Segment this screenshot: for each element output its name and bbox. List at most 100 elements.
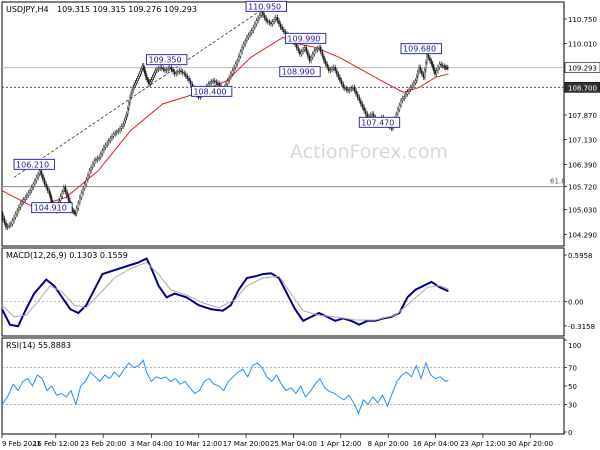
candle-body xyxy=(283,29,285,32)
usdjpy-h4-chart: 61.8 110.950 109.350 109.680 109.990 108.990 1… xyxy=(0,0,600,450)
rsi-panel-title: RSI(14) 55.8883 xyxy=(6,341,71,350)
candle-body xyxy=(242,43,245,48)
candle-body xyxy=(48,190,51,195)
candle-body xyxy=(241,47,243,52)
candle-body xyxy=(434,70,436,75)
candle-body xyxy=(185,73,187,77)
candle-body xyxy=(59,196,62,201)
candle-body xyxy=(103,147,105,151)
price-axis-label: 105.720 xyxy=(568,184,597,192)
price-annotation-label: 110.950 xyxy=(248,2,281,11)
candle-body xyxy=(99,153,102,158)
candle-body xyxy=(181,71,184,74)
candle-body xyxy=(266,20,269,22)
candle-body xyxy=(313,50,316,55)
candle-body xyxy=(146,77,148,80)
candle-body xyxy=(168,67,171,69)
candle-body xyxy=(323,56,325,61)
candle-body xyxy=(114,132,117,135)
candle-body xyxy=(303,47,306,50)
candle-body xyxy=(43,179,46,185)
macd-axis-label: 0.00 xyxy=(568,298,584,306)
price-axis-label: 106.390 xyxy=(568,161,597,169)
price-annotation-label: 104.910 xyxy=(34,204,67,213)
price-annotation-label: 109.350 xyxy=(149,56,182,65)
candle-body xyxy=(162,68,165,70)
candle-body xyxy=(361,103,364,108)
candle-body xyxy=(443,66,446,68)
candle-body xyxy=(149,81,152,85)
candle-body xyxy=(344,87,346,89)
candle-body xyxy=(29,190,31,194)
candle-body xyxy=(95,159,97,161)
price-axis-label: 105.030 xyxy=(568,207,597,215)
candle-body xyxy=(34,180,36,185)
candle-body xyxy=(244,40,247,45)
candle-body xyxy=(295,44,298,48)
candle-body xyxy=(85,179,88,185)
candle-body xyxy=(93,160,96,165)
candle-body xyxy=(310,57,312,61)
candle-body xyxy=(297,47,300,51)
price-axis-label: 109.293 xyxy=(568,65,597,73)
candle-body xyxy=(152,74,155,78)
candle-body xyxy=(120,126,123,129)
candle-body xyxy=(107,140,110,144)
candle-body xyxy=(175,72,178,75)
x-axis-label: 3 Mar 04:00 xyxy=(130,440,172,448)
candle-body xyxy=(250,30,253,34)
macd-panel-title: MACD(12,26,9) 0.1303 0.1559 xyxy=(6,251,128,260)
price-axis-label: 107.870 xyxy=(568,112,597,120)
candle-body xyxy=(35,177,38,181)
candle-body xyxy=(430,60,433,65)
price-panel-title: USDJPY,H4 xyxy=(6,5,49,14)
candle-body xyxy=(30,187,33,191)
candle-body xyxy=(61,191,64,197)
candle-body xyxy=(49,193,52,199)
candle-body xyxy=(311,53,314,58)
candle-body xyxy=(271,21,274,25)
candle-body xyxy=(356,93,359,98)
candle-body xyxy=(96,158,99,160)
candle-body xyxy=(180,70,182,72)
candle-body xyxy=(363,107,365,111)
x-axis-label: 17 Mar 20:00 xyxy=(223,440,270,448)
candle-body xyxy=(401,98,404,101)
candle-body xyxy=(98,157,100,159)
price-annotation-label: 108.400 xyxy=(193,87,226,96)
candle-body xyxy=(46,187,49,191)
x-axis-label: 30 Apr 20:00 xyxy=(507,440,553,448)
candle-body xyxy=(421,70,423,75)
candle-body xyxy=(91,163,94,168)
candle-body xyxy=(335,70,338,75)
price-axis-label: 108.700 xyxy=(568,84,597,92)
candle-body xyxy=(16,210,19,215)
candle-body xyxy=(132,87,134,91)
candle-body xyxy=(249,32,251,36)
candle-body xyxy=(257,17,259,21)
candle-body xyxy=(422,73,425,78)
candle-body xyxy=(247,34,250,38)
candle-body xyxy=(340,80,343,85)
candle-body xyxy=(82,188,84,194)
candle-body xyxy=(427,54,430,58)
candle-body xyxy=(307,51,309,57)
candle-body xyxy=(321,51,324,57)
candle-body xyxy=(165,69,168,71)
candle-body xyxy=(116,131,118,134)
candle-body xyxy=(153,72,156,76)
candle-body xyxy=(159,67,161,69)
candle-body xyxy=(263,14,266,19)
candle-body xyxy=(230,73,232,78)
candle-body xyxy=(124,117,127,121)
candle-body xyxy=(268,21,271,24)
candle-body xyxy=(106,142,108,146)
candle-body xyxy=(128,102,130,109)
candle-body xyxy=(366,113,369,118)
candle-body xyxy=(13,217,15,221)
candle-body xyxy=(433,67,435,71)
candle-body xyxy=(117,130,120,132)
candle-body xyxy=(74,212,77,214)
candle-body xyxy=(360,100,362,105)
candle-body xyxy=(104,144,107,148)
